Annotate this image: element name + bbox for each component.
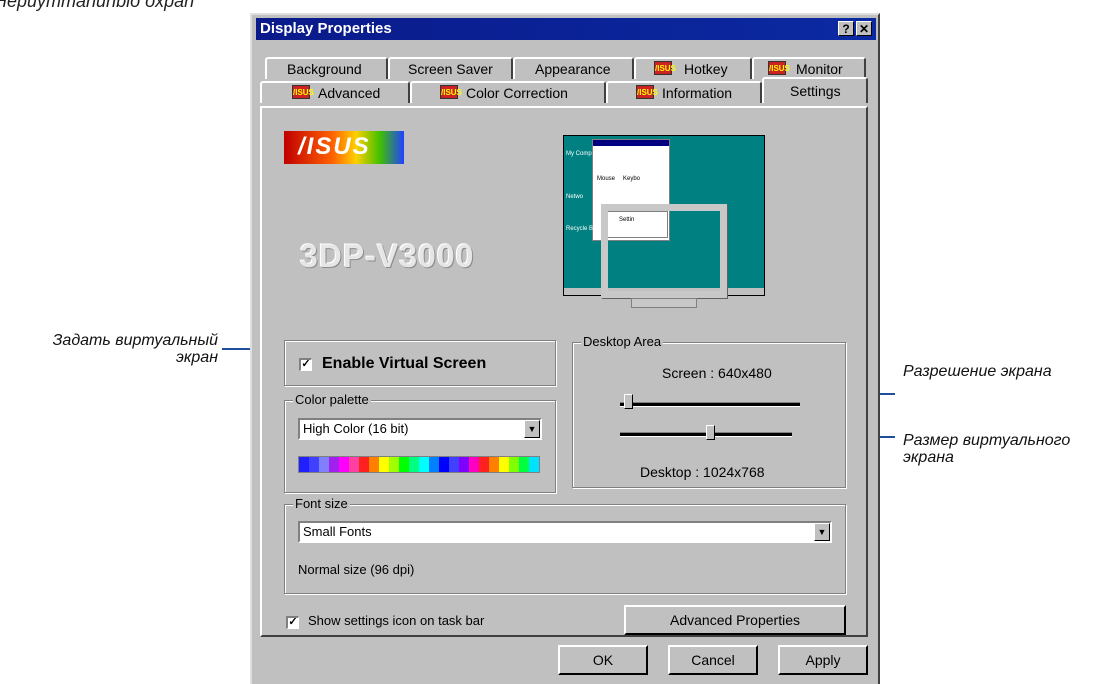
color-palette-group: Color palette — [284, 392, 556, 493]
mouse-label: Mouse — [597, 176, 616, 182]
callout-virtual-size: Размер виртуального экрана — [903, 432, 1071, 466]
asus-icon: /ISUS — [440, 85, 462, 99]
spectrum-segment — [389, 457, 399, 472]
monitor-stand — [631, 298, 697, 308]
tab-appearance[interactable]: Appearance — [513, 57, 634, 79]
asus-icon: /ISUS — [768, 61, 790, 75]
enable-virtual-screen-checkbox[interactable]: ✓ — [299, 358, 312, 371]
spectrum-segment — [459, 457, 469, 472]
tab-advanced[interactable]: /ISUS Advanced — [260, 81, 410, 103]
settings-panel: /ISUS 3DP-V3000 Mouse Keybo My Comp Netw… — [260, 106, 868, 637]
preview-icon-label: Netwo — [566, 194, 584, 200]
spectrum-segment — [419, 457, 429, 472]
spectrum-segment — [319, 457, 329, 472]
asus-icon: /ISUS — [636, 85, 658, 99]
spectrum-segment — [489, 457, 499, 472]
monitor-frame — [601, 204, 727, 298]
callout-virtual-screen: Задать виртуальный экран — [52, 332, 218, 366]
screen-slider-track[interactable] — [620, 402, 800, 407]
spectrum-segment — [479, 457, 489, 472]
display-properties-window: Display Properties ? ✕ Background Screen… — [250, 13, 880, 684]
tab-hotkey[interactable]: /ISUS Hotkey — [634, 57, 752, 79]
keyboard-label: Keybo — [623, 176, 641, 182]
preview-icon-label: My Comp — [566, 151, 592, 157]
window-title: Display Properties — [260, 20, 392, 37]
close-button[interactable]: ✕ — [856, 21, 872, 36]
chevron-down-icon[interactable]: ▼ — [814, 523, 830, 541]
enable-virtual-screen-label[interactable]: Enable Virtual Screen — [322, 355, 486, 373]
tab-screen-saver[interactable]: Screen Saver — [388, 57, 513, 79]
spectrum-segment — [449, 457, 459, 472]
color-palette-label: Color palette — [293, 392, 371, 407]
asus-icon: /ISUS — [654, 61, 676, 75]
tab-settings[interactable]: Settings — [762, 77, 868, 103]
help-button[interactable]: ? — [838, 21, 854, 36]
model-name: 3DP-V3000 — [300, 238, 475, 274]
spectrum-segment — [359, 457, 369, 472]
font-size-group: Font size — [284, 496, 846, 594]
color-spectrum-bar — [298, 456, 540, 473]
spectrum-segment — [299, 457, 309, 472]
spectrum-segment — [429, 457, 439, 472]
title-bar[interactable]: Display Properties ? ✕ — [256, 18, 876, 40]
spectrum-segment — [519, 457, 529, 472]
preview-icon-label: Recycle Bin — [566, 226, 598, 232]
spectrum-segment — [499, 457, 509, 472]
callout-resolution: Разрешение экрана — [903, 363, 1052, 380]
asus-icon: /ISUS — [292, 85, 314, 99]
spectrum-segment — [339, 457, 349, 472]
font-size-select[interactable]: Small Fonts ▼ — [298, 521, 832, 543]
tab-monitor[interactable]: /ISUS Monitor — [752, 57, 866, 79]
spectrum-segment — [399, 457, 409, 472]
advanced-properties-button[interactable]: Advanced Properties — [624, 605, 846, 635]
color-palette-select[interactable]: High Color (16 bit) ▼ — [298, 418, 542, 440]
desktop-size-text: Desktop : 1024x768 — [640, 464, 765, 480]
apply-button[interactable]: Apply — [778, 645, 868, 675]
screen-slider-thumb[interactable] — [624, 394, 633, 409]
screen-resolution-text: Screen : 640x480 — [662, 365, 772, 381]
spectrum-segment — [369, 457, 379, 472]
show-settings-icon-checkbox[interactable]: ✓ — [286, 616, 299, 629]
spectrum-segment — [309, 457, 319, 472]
spectrum-segment — [349, 457, 359, 472]
tab-color-correction[interactable]: /ISUS Color Correction — [410, 81, 606, 103]
asus-logo: /ISUS — [284, 131, 404, 164]
spectrum-segment — [379, 457, 389, 472]
font-size-note: Normal size (96 dpi) — [298, 562, 415, 577]
spectrum-segment — [469, 457, 479, 472]
cancel-button[interactable]: Cancel — [668, 645, 758, 675]
spectrum-segment — [529, 457, 539, 472]
desktop-slider-thumb[interactable] — [706, 425, 715, 440]
spectrum-segment — [439, 457, 449, 472]
font-size-label: Font size — [293, 496, 350, 511]
spectrum-segment — [409, 457, 419, 472]
spectrum-segment — [509, 457, 519, 472]
tab-background[interactable]: Background — [265, 57, 388, 79]
spectrum-segment — [329, 457, 339, 472]
chevron-down-icon[interactable]: ▼ — [524, 420, 540, 438]
ok-button[interactable]: OK — [558, 645, 648, 675]
tab-information[interactable]: /ISUS Information — [606, 81, 762, 103]
show-settings-icon-label[interactable]: Show settings icon on task bar — [308, 613, 484, 628]
cropped-caption: Hepuymmanuhbio oxpan — [0, 0, 195, 11]
desktop-area-label: Desktop Area — [581, 334, 664, 349]
